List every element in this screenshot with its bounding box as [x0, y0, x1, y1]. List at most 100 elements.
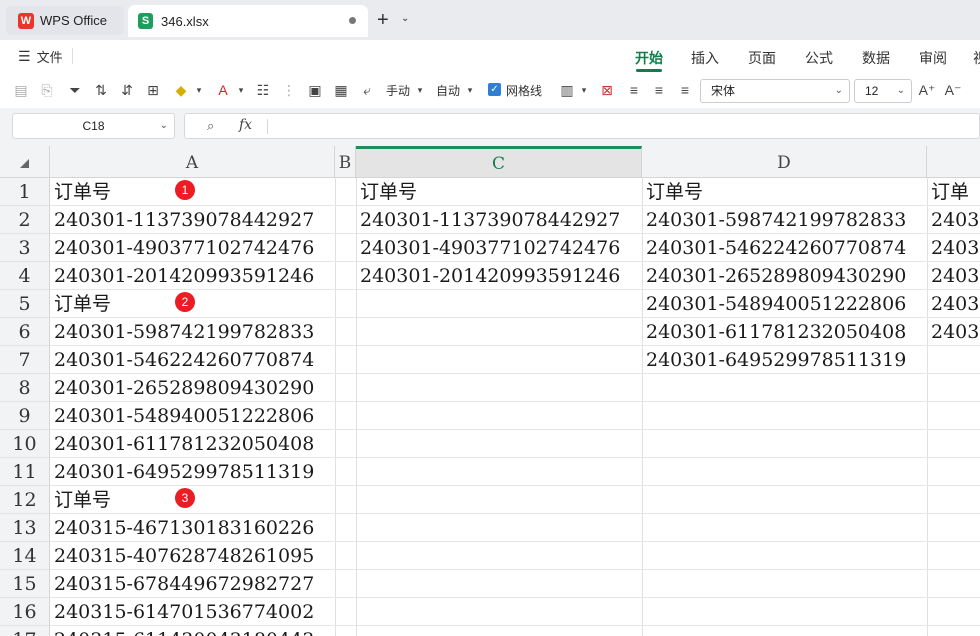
font-color-chevron-icon[interactable]: ▾ [232, 81, 250, 99]
row-header-5[interactable]: 5 [0, 290, 50, 318]
chevron-down-icon[interactable]: ▾ [575, 81, 593, 99]
cell-e2[interactable]: 2403 [927, 206, 980, 234]
cell-d1[interactable]: 订单号 [642, 178, 927, 206]
align-right-icon[interactable]: ≡ [676, 81, 694, 99]
cell-a8[interactable]: 240301-265289809430290 [50, 374, 335, 402]
cell-d7[interactable]: 240301-649529978511319 [642, 346, 927, 374]
row-header-2[interactable]: 2 [0, 206, 50, 234]
font-name-select[interactable]: 宋体 ⌄ [700, 79, 850, 103]
ribbon-tab-formula[interactable]: 公式 [805, 48, 833, 68]
ribbon-tab-view[interactable]: 视 [973, 48, 980, 68]
name-box[interactable]: C18 ⌄ [12, 113, 175, 139]
row-header-11[interactable]: 11 [0, 458, 50, 486]
clear-icon[interactable]: ⊠ [598, 81, 616, 99]
unsaved-dot-icon[interactable] [349, 17, 356, 24]
column-header-c[interactable]: C [356, 146, 642, 178]
fill-color-chevron-icon[interactable]: ▾ [190, 81, 208, 99]
chevron-down-icon[interactable]: ▾ [411, 81, 429, 99]
cell-a14[interactable]: 240315-407628748261095 [50, 542, 335, 570]
cell-d4[interactable]: 240301-265289809430290 [642, 262, 927, 290]
row-header-9[interactable]: 9 [0, 402, 50, 430]
row-header-14[interactable]: 14 [0, 542, 50, 570]
font-size-select[interactable]: 12 ⌄ [854, 79, 912, 103]
row-header-1[interactable]: 1 [0, 178, 50, 206]
select-all-corner[interactable] [0, 146, 50, 178]
font-grow-icon[interactable]: A⁺ [918, 81, 936, 99]
sort-asc-icon[interactable]: ⇅ [92, 81, 110, 99]
merge-icon[interactable]: ▦ [332, 81, 350, 99]
tab-file-346[interactable]: S 346.xlsx [128, 5, 368, 37]
borders-icon[interactable]: ⊞ [144, 81, 162, 99]
cell-a3[interactable]: 240301-490377102742476 [50, 234, 335, 262]
ribbon-tab-home[interactable]: 开始 [635, 48, 663, 68]
font-shrink-icon[interactable]: A⁻ [944, 81, 962, 99]
cell-c2[interactable]: 240301-113739078442927 [356, 206, 642, 234]
gridlines-label[interactable]: 网格线 [506, 82, 542, 99]
cell-d6[interactable]: 240301-611781232050408 [642, 318, 927, 346]
table-style-icon[interactable]: ▣ [306, 81, 324, 99]
column-header-a[interactable]: A [50, 146, 335, 178]
align-left-icon[interactable]: ≡ [625, 81, 643, 99]
cell-a6[interactable]: 240301-598742199782833 [50, 318, 335, 346]
cell-a11[interactable]: 240301-649529978511319 [50, 458, 335, 486]
fill-color-icon[interactable]: ◆ [172, 81, 190, 99]
cell-d5[interactable]: 240301-548940051222806 [642, 290, 927, 318]
row-header-17[interactable]: 17 [0, 626, 50, 636]
file-menu[interactable]: ☰ 文件 [18, 47, 63, 66]
row-header-3[interactable]: 3 [0, 234, 50, 262]
column-header-e[interactable] [927, 146, 980, 178]
ribbon-tab-insert[interactable]: 插入 [691, 48, 719, 68]
cell-c4[interactable]: 240301-201420993591246 [356, 262, 642, 290]
zoom-icon[interactable]: ⌕ [207, 118, 214, 134]
filter-icon[interactable]: ⏷ [66, 81, 84, 99]
format-painter-icon[interactable]: ⎘ [38, 81, 56, 99]
new-tab-icon[interactable]: + [377, 10, 389, 30]
font-color-icon[interactable]: A [214, 81, 232, 99]
row-header-4[interactable]: 4 [0, 262, 50, 290]
cell-d3[interactable]: 240301-546224260770874 [642, 234, 927, 262]
cell-e5[interactable]: 2403 [927, 290, 980, 318]
gridlines-checkbox[interactable]: ✓ [488, 83, 501, 96]
column-header-b[interactable]: B [335, 146, 356, 178]
row-header-12[interactable]: 12 [0, 486, 50, 514]
cell-a10[interactable]: 240301-611781232050408 [50, 430, 335, 458]
row-col-icon[interactable]: ☷ [254, 81, 272, 99]
freeze-icon[interactable]: ⋮ [280, 81, 298, 99]
cell-e1[interactable]: 订单 [927, 178, 980, 206]
cell-a4[interactable]: 240301-201420993591246 [50, 262, 335, 290]
row-header-13[interactable]: 13 [0, 514, 50, 542]
ribbon-tab-page[interactable]: 页面 [748, 48, 776, 68]
cell-e3[interactable]: 2403 [927, 234, 980, 262]
cell-a9[interactable]: 240301-548940051222806 [50, 402, 335, 430]
sort-desc-icon[interactable]: ⇵ [118, 81, 136, 99]
row-header-16[interactable]: 16 [0, 598, 50, 626]
cell-a16[interactable]: 240315-614701536774002 [50, 598, 335, 626]
row-header-10[interactable]: 10 [0, 430, 50, 458]
cell-style-icon[interactable]: ▥ [558, 81, 576, 99]
chevron-down-icon[interactable]: ▾ [461, 81, 479, 99]
cell-e4[interactable]: 2403 [927, 262, 980, 290]
tab-wps-office[interactable]: W WPS Office [6, 6, 124, 35]
spreadsheet-grid[interactable]: A B C D 1234567891011121314151617 订单号240… [0, 146, 980, 636]
ribbon-tab-review[interactable]: 审阅 [919, 48, 947, 68]
formula-input[interactable]: ⌕ fx [184, 113, 980, 139]
cell-a2[interactable]: 240301-113739078442927 [50, 206, 335, 234]
auto-label[interactable]: 自动 [436, 82, 460, 99]
cell-e6[interactable]: 2403 [927, 318, 980, 346]
cell-a13[interactable]: 240315-467130183160226 [50, 514, 335, 542]
paste-icon[interactable]: ▤ [12, 81, 30, 99]
fx-icon[interactable]: fx [239, 117, 252, 133]
cell-a17[interactable]: 240315-611430043180443 [50, 626, 335, 636]
row-header-15[interactable]: 15 [0, 570, 50, 598]
ribbon-tab-data[interactable]: 数据 [862, 48, 890, 68]
row-header-7[interactable]: 7 [0, 346, 50, 374]
row-header-8[interactable]: 8 [0, 374, 50, 402]
manual-wrap-label[interactable]: 手动 [386, 82, 410, 99]
row-header-6[interactable]: 6 [0, 318, 50, 346]
cell-a7[interactable]: 240301-546224260770874 [50, 346, 335, 374]
cell-d2[interactable]: 240301-598742199782833 [642, 206, 927, 234]
column-header-d[interactable]: D [642, 146, 927, 178]
wrap-icon[interactable]: ⤶ [358, 81, 376, 99]
align-center-icon[interactable]: ≡ [650, 81, 668, 99]
chevron-down-icon[interactable]: ⌄ [401, 13, 409, 24]
